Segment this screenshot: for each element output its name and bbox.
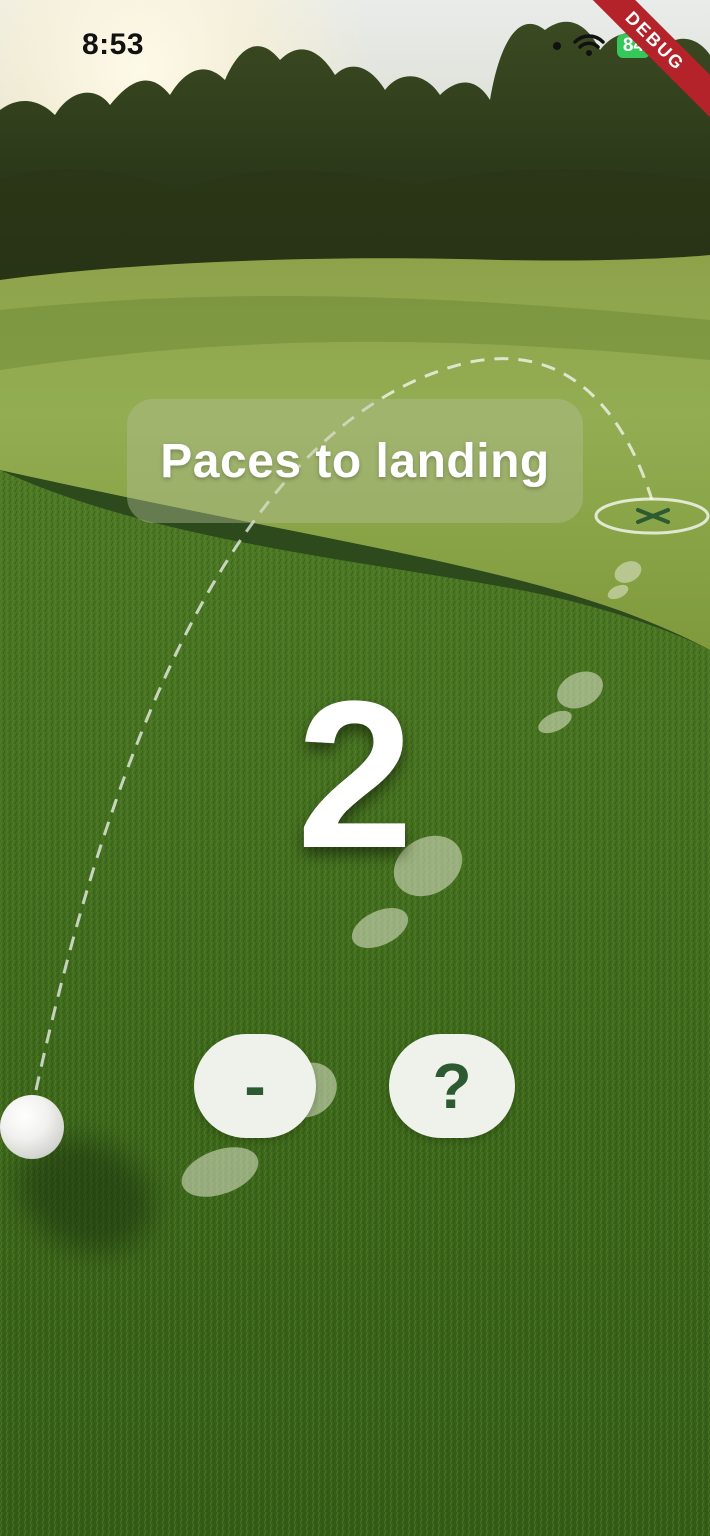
- instruction-card: Paces to landing: [127, 399, 583, 523]
- target-icon: [594, 497, 710, 535]
- decrement-button[interactable]: -: [194, 1034, 316, 1138]
- pace-counter: 2: [296, 657, 414, 892]
- instruction-label: Paces to landing: [160, 434, 550, 488]
- golf-ball-icon: [0, 1095, 64, 1159]
- status-time: 8:53: [82, 28, 145, 61]
- help-button[interactable]: ?: [389, 1034, 515, 1138]
- recording-dot-icon: [552, 42, 561, 50]
- wifi-icon: [573, 34, 605, 56]
